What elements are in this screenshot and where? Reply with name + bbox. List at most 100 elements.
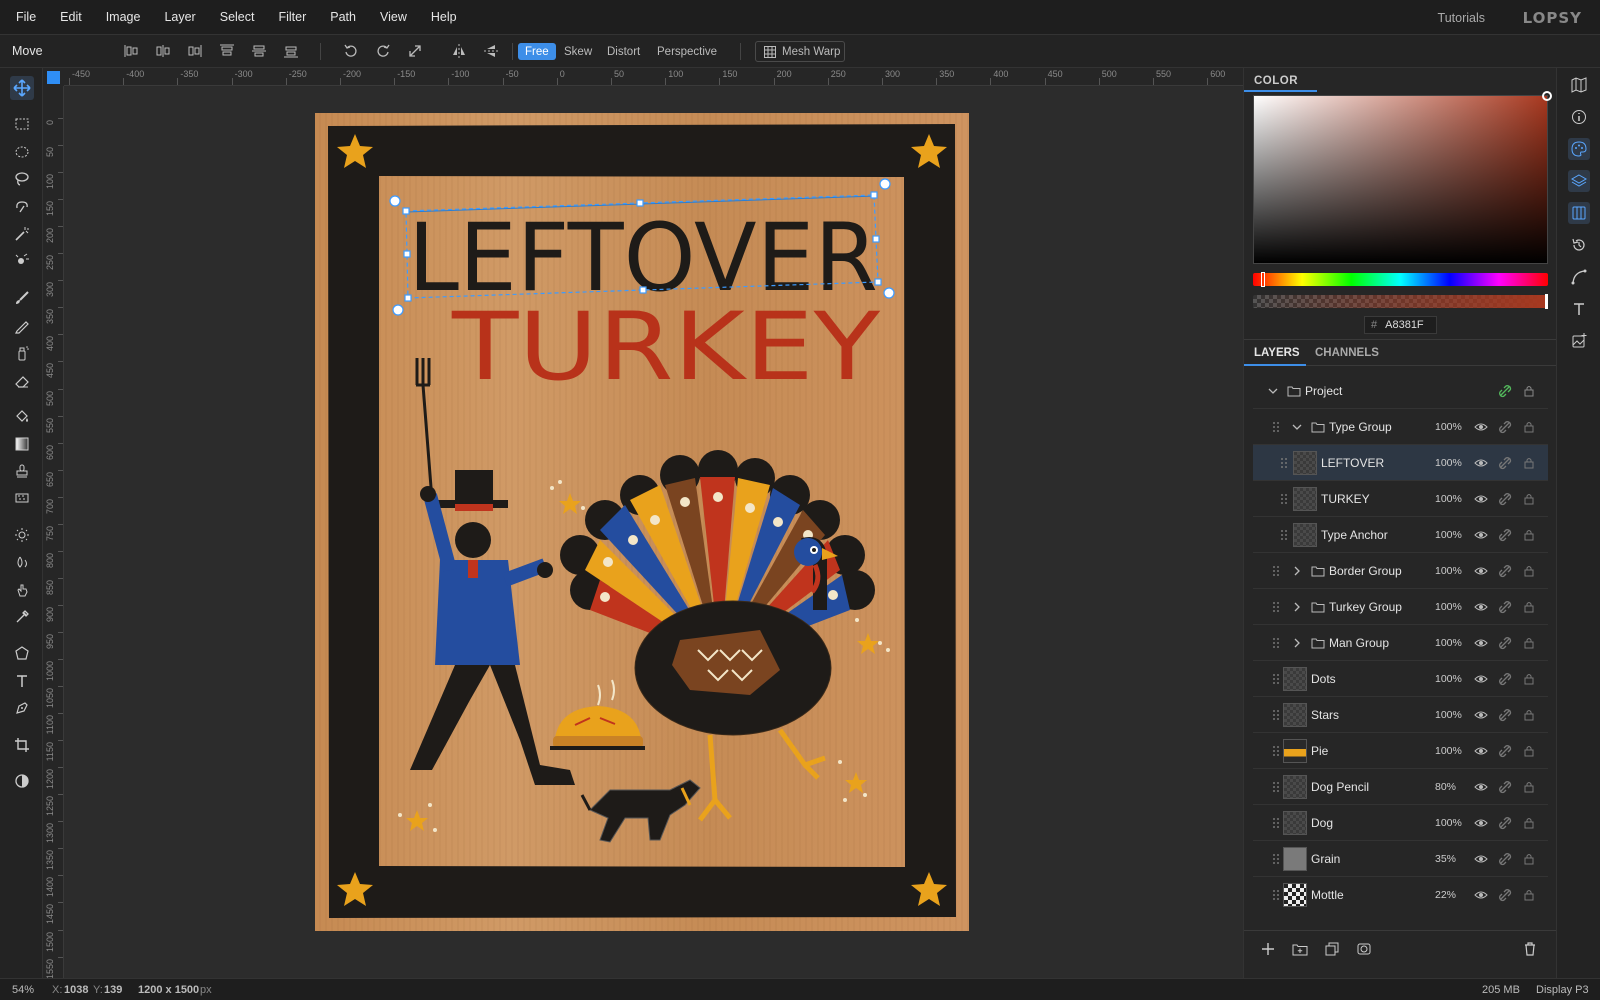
menu-filter[interactable]: Filter — [266, 10, 318, 24]
rotate-handle-tl[interactable] — [389, 195, 401, 207]
rotate-ccw-button[interactable] — [340, 41, 362, 61]
link-icon[interactable] — [1498, 852, 1512, 866]
drag-handle-icon[interactable] — [1272, 709, 1280, 721]
eye-icon[interactable] — [1474, 888, 1488, 902]
contrast-toggle[interactable] — [10, 769, 34, 793]
flip-horizontal-button[interactable] — [448, 41, 470, 61]
layer-row[interactable]: Dog 100% — [1253, 805, 1548, 841]
drag-handle-icon[interactable] — [1272, 853, 1280, 865]
layer-row[interactable]: Dots 100% — [1253, 661, 1548, 697]
menu-path[interactable]: Path — [318, 10, 368, 24]
drag-handle-icon[interactable] — [1272, 745, 1280, 757]
channels-panel-button[interactable] — [1568, 202, 1590, 224]
transform-handle-bl[interactable] — [404, 294, 412, 302]
canvas-area[interactable]: LEFTOVER TURKEY — [64, 87, 1243, 978]
ellipse-select-tool[interactable] — [10, 140, 34, 164]
history-panel-button[interactable] — [1568, 234, 1590, 256]
layer-opacity[interactable]: 100% — [1435, 745, 1462, 757]
tab-channels[interactable]: CHANNELS — [1315, 347, 1379, 359]
layer-opacity[interactable]: 100% — [1435, 493, 1462, 505]
eye-icon[interactable] — [1474, 492, 1488, 506]
layer-row[interactable]: Pie 100% — [1253, 733, 1548, 769]
lock-icon[interactable] — [1522, 456, 1536, 470]
layer-opacity[interactable]: 100% — [1435, 709, 1462, 721]
rotate-handle-br[interactable] — [883, 287, 895, 299]
hex-input[interactable]: # A8381F — [1364, 316, 1437, 334]
rotate-handle-tr[interactable] — [879, 178, 891, 190]
menu-image[interactable]: Image — [94, 10, 153, 24]
eye-icon[interactable] — [1474, 600, 1488, 614]
align-middle-button[interactable] — [248, 41, 270, 61]
layer-opacity[interactable]: 22% — [1435, 889, 1456, 901]
transform-handle-br[interactable] — [874, 278, 882, 286]
trash-icon[interactable] — [1522, 941, 1538, 957]
info-panel-button[interactable] — [1568, 106, 1590, 128]
eye-icon[interactable] — [1474, 708, 1488, 722]
layer-row[interactable]: TURKEY 100% — [1253, 481, 1548, 517]
hue-slider[interactable] — [1253, 272, 1548, 287]
drag-handle-icon[interactable] — [1272, 817, 1280, 829]
fill-tool[interactable] — [10, 404, 34, 428]
layer-opacity[interactable]: 80% — [1435, 781, 1456, 793]
chevron-right-icon[interactable] — [1290, 636, 1304, 650]
layer-opacity[interactable]: 100% — [1435, 601, 1462, 613]
eye-icon[interactable] — [1474, 636, 1488, 650]
layer-row[interactable]: Turkey Group 100% — [1253, 589, 1548, 625]
layer-row-project[interactable]: Project — [1253, 373, 1548, 409]
dodge-tool[interactable] — [10, 523, 34, 547]
link-icon[interactable] — [1498, 780, 1512, 794]
lock-icon[interactable] — [1522, 528, 1536, 542]
rotate-cw-button[interactable] — [372, 41, 394, 61]
pattern-tool[interactable] — [10, 486, 34, 510]
chevron-right-icon[interactable] — [1290, 600, 1304, 614]
character-panel-button[interactable] — [1568, 298, 1590, 320]
flip-vertical-button[interactable] — [480, 41, 502, 61]
transform-handle-l[interactable] — [403, 250, 411, 258]
zoom-level[interactable]: 54% — [12, 984, 34, 996]
tutorials-link[interactable]: Tutorials — [1438, 11, 1485, 25]
lock-icon[interactable] — [1522, 420, 1536, 434]
color-saturation-picker[interactable] — [1253, 91, 1552, 264]
drag-handle-icon[interactable] — [1280, 529, 1288, 541]
transform-handle-tr[interactable] — [870, 191, 878, 199]
pencil-tool[interactable] — [10, 314, 34, 338]
spray-tool[interactable] — [10, 341, 34, 365]
chevron-down-icon[interactable] — [1266, 384, 1280, 398]
layer-row[interactable]: Man Group 100% — [1253, 625, 1548, 661]
crop-tool[interactable] — [10, 733, 34, 757]
shape-tool[interactable] — [10, 641, 34, 665]
layer-opacity[interactable]: 100% — [1435, 565, 1462, 577]
add-folder-icon[interactable] — [1292, 941, 1308, 957]
add-layer-icon[interactable] — [1260, 941, 1276, 957]
blur-tool[interactable] — [10, 550, 34, 574]
smudge-tool[interactable] — [10, 578, 34, 602]
lock-icon[interactable] — [1522, 708, 1536, 722]
alpha-slider[interactable] — [1253, 294, 1548, 309]
scale-button[interactable] — [404, 41, 426, 61]
lock-icon[interactable] — [1522, 780, 1536, 794]
drag-handle-icon[interactable] — [1280, 493, 1288, 505]
transform-handle-t[interactable] — [636, 199, 644, 207]
link-icon[interactable] — [1498, 528, 1512, 542]
link-icon[interactable] — [1498, 564, 1512, 578]
gradient-tool[interactable] — [10, 432, 34, 456]
stamp-tool[interactable] — [10, 459, 34, 483]
lock-icon[interactable] — [1522, 672, 1536, 686]
hue-slider-handle[interactable] — [1261, 272, 1265, 287]
eye-icon[interactable] — [1474, 672, 1488, 686]
lock-icon[interactable] — [1522, 492, 1536, 506]
align-center-h-button[interactable] — [152, 41, 174, 61]
color-panel-button[interactable] — [1568, 138, 1590, 160]
mesh-warp-button[interactable]: Mesh Warp — [755, 41, 845, 62]
navigator-panel-button[interactable] — [1568, 74, 1590, 96]
eye-icon[interactable] — [1474, 744, 1488, 758]
menu-file[interactable]: File — [0, 10, 48, 24]
lock-icon[interactable] — [1522, 816, 1536, 830]
drag-handle-icon[interactable] — [1272, 673, 1280, 685]
layer-row[interactable]: Mottle 22% — [1253, 877, 1548, 908]
eye-icon[interactable] — [1474, 780, 1488, 794]
lock-icon[interactable] — [1522, 384, 1536, 398]
eyedropper-tool[interactable] — [10, 605, 34, 629]
pen-tool[interactable] — [10, 696, 34, 720]
drag-handle-icon[interactable] — [1272, 565, 1280, 577]
